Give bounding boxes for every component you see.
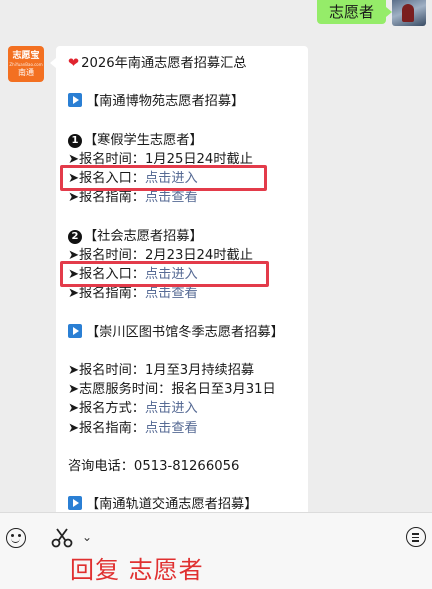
registration-guide-line: ➤报名指南：点击查看 (68, 284, 308, 303)
service-time-line: ➤志愿服务时间：报名日至3月31日 (68, 380, 308, 399)
guide-link-students[interactable]: 点击查看 (145, 190, 198, 205)
outgoing-message-text: 志愿者 (328, 3, 374, 21)
avatar-logo-city: 南通 (18, 67, 34, 77)
reply-instruction-overlay: 回复 志愿者 (70, 556, 204, 584)
section-header-metro: 【南通轨道交通志愿者招募】 (68, 495, 308, 512)
guide-label: ➤报名指南： (68, 420, 145, 436)
message-title-text: 2026年南通志愿者招募汇总 (81, 56, 247, 71)
service-value: 报名日至3月31日 (171, 382, 276, 398)
highlight-box-entry-1 (60, 165, 267, 191)
user-avatar[interactable] (392, 0, 426, 26)
number-two-icon: 2 (68, 229, 82, 244)
avatar-logo-text: 志愿宝 (12, 50, 40, 61)
play-icon (68, 496, 82, 511)
registration-method-line: ➤报名方式：点击进入 (68, 399, 308, 418)
time-value: 1月至3月持续招募 (145, 363, 255, 378)
heart-icon: ❤ (68, 56, 80, 71)
guide-label: ➤报名指南： (68, 286, 145, 302)
subsection-title-social-volunteers: 2 【社会志愿者招募】 (68, 227, 308, 246)
outgoing-message-bubble[interactable]: 志愿者 (316, 0, 393, 24)
guide-link-social[interactable]: 点击查看 (145, 286, 198, 301)
play-icon (68, 93, 82, 108)
subsection-title-text: 【寒假学生志愿者】 (84, 132, 203, 148)
method-link-library[interactable]: 点击进入 (145, 401, 198, 416)
method-label: ➤报名方式： (68, 401, 145, 417)
menu-icon[interactable] (406, 527, 426, 547)
registration-time-line: ➤报名时间：1月至3月持续招募 (68, 361, 308, 380)
official-account-avatar[interactable]: 志愿宝 ZhiYuanBao.com 南通 (8, 46, 44, 82)
section-header-text: 【南通博物苑志愿者招募】 (86, 94, 245, 110)
input-toolbar: ⌄ 回复 志愿者 (0, 512, 432, 589)
number-one-icon: 1 (68, 133, 82, 148)
consult-phone: 咨询电话：0513-81266056 (68, 458, 240, 474)
message-title: ❤ 2026年南通志愿者招募汇总 (68, 54, 308, 73)
time-label: ➤报名时间： (68, 363, 145, 378)
guide-label: ➤报名指南： (68, 190, 145, 206)
avatar-logo-domain: ZhiYuanBao.com (9, 61, 43, 67)
scissors-icon[interactable] (50, 527, 74, 549)
play-icon (68, 323, 82, 338)
guide-link-library[interactable]: 点击查看 (145, 421, 198, 436)
subsection-title-text: 【社会志愿者招募】 (84, 228, 203, 244)
highlight-box-entry-2 (60, 261, 269, 287)
section-header-text: 【南通轨道交通志愿者招募】 (86, 497, 258, 512)
registration-guide-line: ➤报名指南：点击查看 (68, 419, 308, 438)
subsection-title-winter-students: 1 【寒假学生志愿者】 (68, 131, 308, 150)
service-label: ➤志愿服务时间： (68, 382, 172, 398)
section-header-text: 【崇川区图书馆冬季志愿者招募】 (86, 324, 284, 340)
emoji-icon[interactable] (6, 528, 26, 548)
section-header-museum: 【南通博物苑志愿者招募】 (68, 92, 308, 111)
registration-guide-line: ➤报名指南：点击查看 (68, 188, 308, 207)
chevron-down-icon[interactable]: ⌄ (82, 530, 92, 544)
outgoing-message-row: 志愿者 (0, 0, 432, 40)
chat-area: 志愿者 志愿宝 ZhiYuanBao.com 南通 ❤ 2026年南通志愿者招募汇… (0, 0, 432, 512)
section-header-library: 【崇川区图书馆冬季志愿者招募】 (68, 323, 308, 342)
